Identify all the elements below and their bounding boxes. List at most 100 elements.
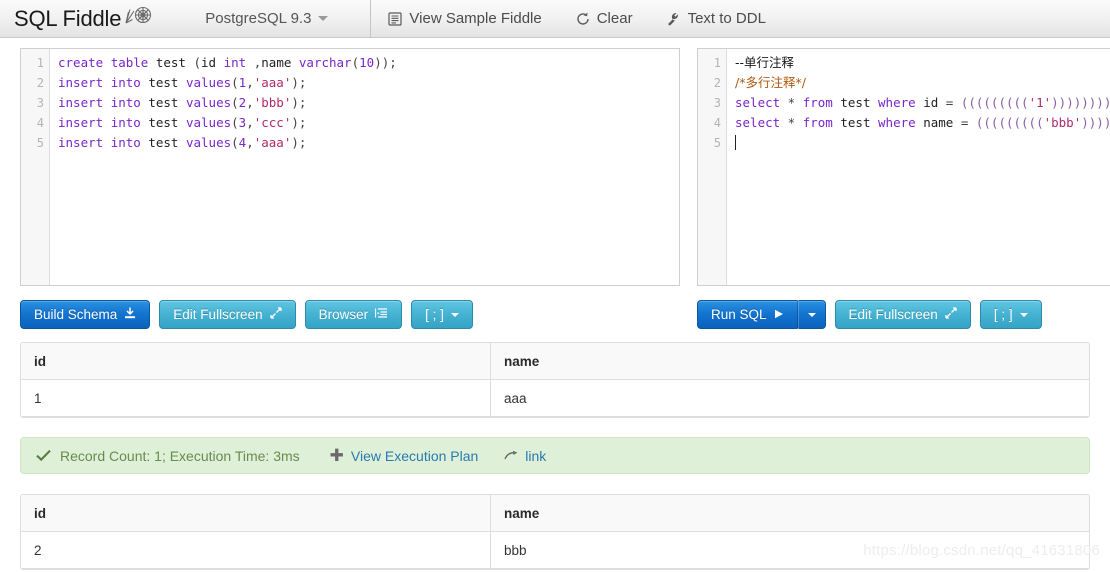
run-sql-dropdown-toggle[interactable] xyxy=(797,300,826,329)
code-token: ))))))))) xyxy=(1081,115,1110,130)
schema-line-code[interactable]: insert into test values(2,'bbb'); xyxy=(50,93,306,113)
code-token: ((((((((( xyxy=(960,95,1029,110)
code-token: test xyxy=(148,95,179,110)
code-token: table xyxy=(110,55,149,70)
button-label: Browser xyxy=(318,307,369,322)
wrench-icon xyxy=(667,12,681,26)
code-token: int xyxy=(223,55,247,70)
query-button-row: Run SQL Edit Fullscreen [ ; ] xyxy=(697,300,1042,329)
query-codemirror[interactable]: 1 --单行注释 2 /*多行注释*/ 3 select * from test wher… xyxy=(698,49,1110,285)
text-to-ddl-button[interactable]: Text to DDL xyxy=(650,10,783,27)
code-token: name xyxy=(261,55,292,70)
query-line-code[interactable]: /*多行注释*/ xyxy=(727,73,806,93)
code-token: into xyxy=(110,95,141,110)
schema-line[interactable]: 2 insert into test values(1,'aaa'); xyxy=(21,73,679,93)
schema-line-code[interactable]: insert into test values(1,'aaa'); xyxy=(50,73,306,93)
browser-button[interactable]: Browser xyxy=(304,300,403,329)
code-token: = xyxy=(938,95,961,110)
schema-line-code[interactable]: insert into test values(4,'aaa'); xyxy=(50,133,306,153)
query-line[interactable]: 4 select * from test where name = (((((((… xyxy=(698,113,1110,133)
expand-arrows-icon xyxy=(945,307,957,322)
schema-line-code[interactable]: create table test (id int ,name varchar(… xyxy=(50,53,397,73)
clear-button[interactable]: Clear xyxy=(559,10,650,27)
view-sample-fiddle-label: View Sample Fiddle xyxy=(409,10,542,27)
query-editor-pane[interactable]: 1 --单行注释 2 /*多行注释*/ 3 select * from test wher… xyxy=(697,48,1110,286)
code-token: test xyxy=(155,55,186,70)
query-edit-fullscreen-label: Edit Fullscreen xyxy=(848,307,938,322)
code-token: ))))))))) xyxy=(1051,95,1110,110)
schema-editor-pane[interactable]: 1 create table test (id int ,name varchar… xyxy=(20,48,680,286)
query-line-code[interactable]: --单行注释 xyxy=(727,53,794,73)
table-header-row: id name xyxy=(21,343,1089,380)
query-line[interactable]: 2 /*多行注释*/ xyxy=(698,73,1110,93)
query-line-code[interactable]: select * from test where name = ((((((((… xyxy=(727,113,1110,133)
query-line[interactable]: 5 xyxy=(698,133,1110,153)
share-link[interactable]: link xyxy=(504,448,546,464)
query-statement-separator-label: [ ; ] xyxy=(993,307,1013,322)
query-line[interactable]: 3 select * from test where id = (((((((((… xyxy=(698,93,1110,113)
download-icon xyxy=(124,307,136,322)
schema-line[interactable]: 4 insert into test values(3,'ccc'); xyxy=(21,113,679,133)
query-line-code[interactable] xyxy=(727,133,736,153)
column-header-name: name xyxy=(504,353,540,369)
edit-fullscreen-button[interactable]: Edit Fullscreen xyxy=(159,300,296,329)
query-line-number: 4 xyxy=(713,116,721,130)
view-execution-plan-link[interactable]: ✚ View Execution Plan xyxy=(330,447,479,464)
schema-codemirror[interactable]: 1 create table test (id int ,name varchar… xyxy=(21,49,679,285)
code-token: values xyxy=(185,95,232,110)
code-token: from xyxy=(802,95,833,110)
code-token: '1' xyxy=(1028,95,1052,110)
run-sql-split-button[interactable]: Run SQL xyxy=(697,300,826,329)
query-line-code[interactable]: select * from test where id = ((((((((('… xyxy=(727,93,1110,113)
schema-statement-separator-button[interactable]: [ ; ] xyxy=(411,300,473,329)
code-token: into xyxy=(110,135,141,150)
schema-line-code[interactable]: insert into test values(3,'ccc'); xyxy=(50,113,306,133)
app-title: SQL Fiddle xyxy=(14,5,122,31)
schema-line-number: 5 xyxy=(36,136,44,150)
schema-line[interactable]: 5 insert into test values(4,'aaa'); xyxy=(21,133,679,153)
query-statement-separator-button[interactable]: [ ; ] xyxy=(979,300,1042,329)
database-engine-label: PostgreSQL 9.3 xyxy=(205,10,312,27)
code-token: values xyxy=(185,115,232,130)
code-token: ); xyxy=(291,75,307,90)
watermark-text: https://blog.csdn.net/qq_41631806 xyxy=(863,542,1100,559)
code-token: into xyxy=(110,115,141,130)
checkmark-icon xyxy=(36,449,51,462)
caret-down-icon xyxy=(450,312,459,317)
query-edit-fullscreen-button[interactable]: Edit Fullscreen xyxy=(834,300,971,329)
build-schema-button[interactable]: Build Schema xyxy=(20,300,151,329)
cell-id: 2 xyxy=(21,532,491,568)
result-table-1: id name 1 aaa xyxy=(20,342,1090,418)
database-engine-selector[interactable]: PostgreSQL 9.3 xyxy=(205,10,329,27)
query-line-number: 5 xyxy=(713,136,721,150)
code-token: 'ccc' xyxy=(253,115,292,130)
view-sample-fiddle-button[interactable]: View Sample Fiddle xyxy=(371,10,558,27)
code-token: 10 xyxy=(359,55,375,70)
run-sql-button[interactable]: Run SQL xyxy=(697,300,798,329)
code-token: ( xyxy=(351,55,360,70)
schema-code-lines[interactable]: 1 create table test (id int ,name varchar… xyxy=(21,53,679,153)
column-header-id: id xyxy=(21,495,491,531)
button-label: [ ; ] xyxy=(425,307,444,322)
query-line[interactable]: 1 --单行注释 xyxy=(698,53,1110,73)
code-token: = xyxy=(953,115,976,130)
schema-line[interactable]: 1 create table test (id int ,name varchar… xyxy=(21,53,679,73)
code-token: select xyxy=(735,115,781,130)
code-token: test xyxy=(840,95,871,110)
clear-label: Clear xyxy=(596,10,633,27)
code-token: )); xyxy=(374,55,397,70)
code-token: /*多行注释*/ xyxy=(735,75,806,90)
indent-list-icon xyxy=(375,307,388,322)
app-logo[interactable]: SQL Fiddle xyxy=(14,4,153,34)
schema-line[interactable]: 3 insert into test values(2,'bbb'); xyxy=(21,93,679,113)
code-token: --单行注释 xyxy=(735,55,795,70)
query-code-lines[interactable]: 1 --单行注释 2 /*多行注释*/ 3 select * from test wher… xyxy=(698,53,1110,153)
code-token: 'bbb' xyxy=(1043,115,1082,130)
